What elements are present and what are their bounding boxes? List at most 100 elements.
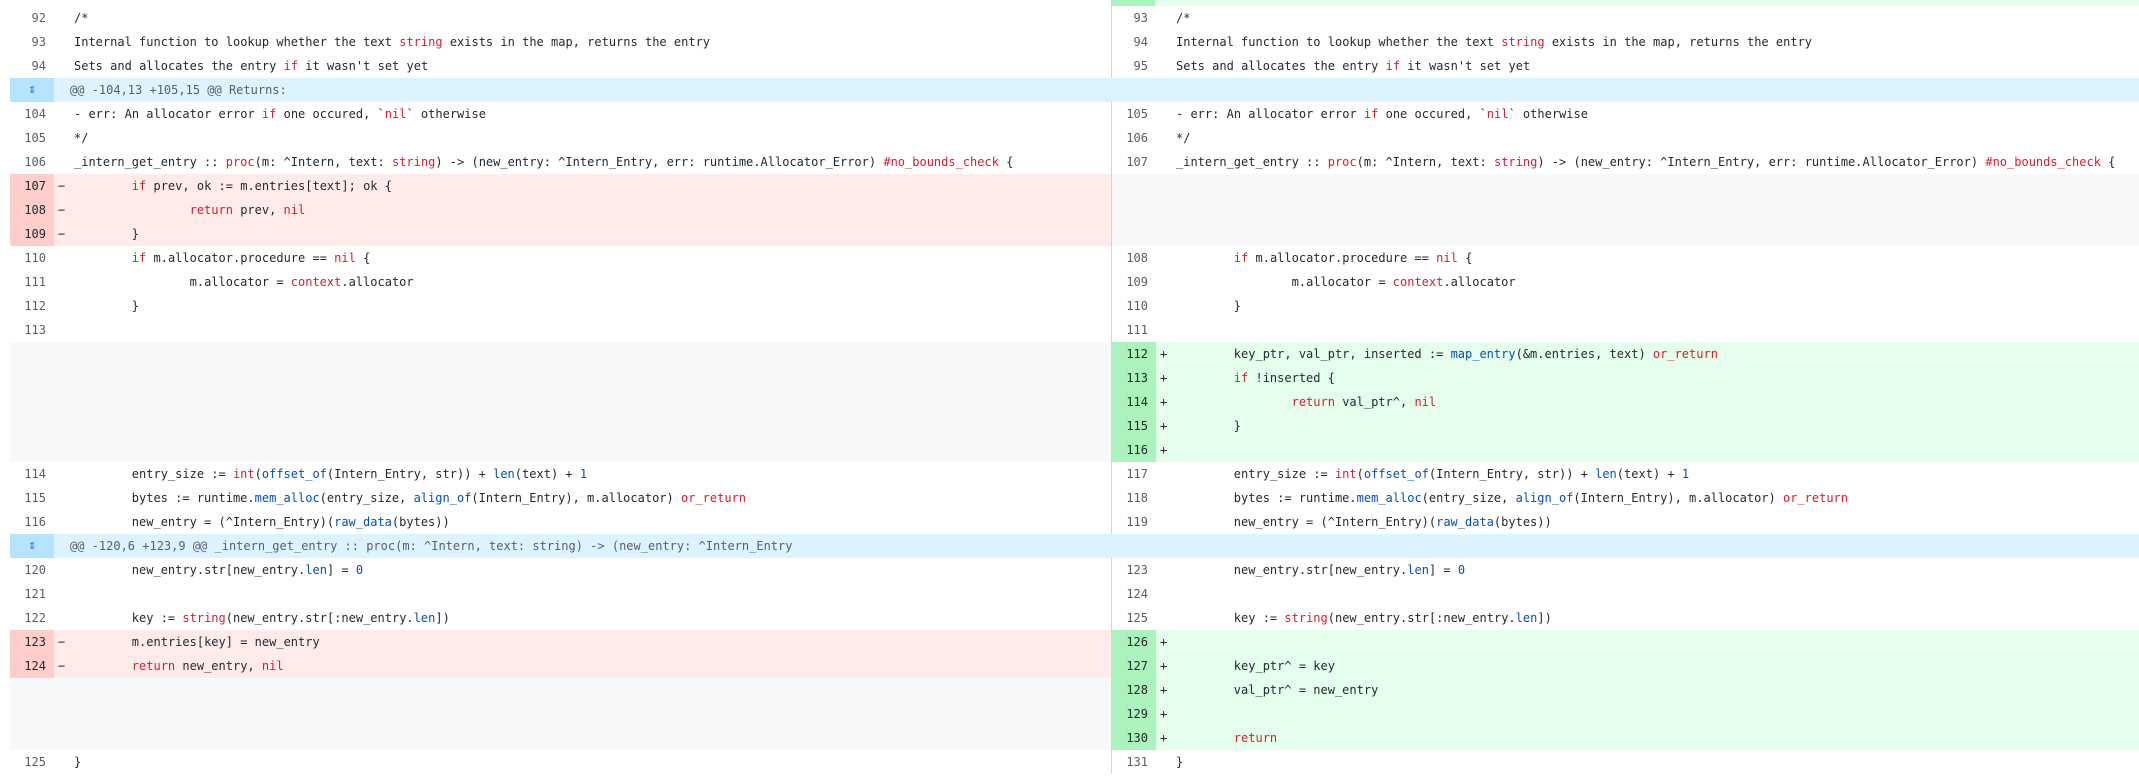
line-number[interactable]: 123 <box>1112 558 1156 582</box>
line-number[interactable] <box>10 678 54 702</box>
line-number[interactable]: 129 <box>1112 702 1156 726</box>
line-number[interactable]: 111 <box>10 270 54 294</box>
diff-marker <box>1156 126 1174 150</box>
code-line: if m.allocator.procedure == nil { <box>131 251 371 265</box>
line-number[interactable]: 107 <box>1112 150 1156 174</box>
line-number[interactable]: 123 <box>10 630 54 654</box>
right-pane-line <box>1111 222 2139 246</box>
split-diff-view: 92 /* 93 /* 93 Internal function to lookup wh… <box>10 6 2139 774</box>
line-number[interactable]: 94 <box>1112 30 1156 54</box>
code-line: bytes := runtime.mem_alloc(entry_size, a… <box>131 491 747 505</box>
right-pane-line: 112 + key_ptr, val_ptr, inserted := map_e… <box>1111 342 2139 366</box>
line-number[interactable]: 95 <box>1112 54 1156 78</box>
line-number[interactable]: 126 <box>1112 630 1156 654</box>
right-pane-line: 124 <box>1111 582 2139 606</box>
line-number[interactable]: 106 <box>10 150 54 174</box>
diff-row: 112 + key_ptr, val_ptr, inserted := map_e… <box>10 342 2139 366</box>
line-number[interactable]: 130 <box>1112 726 1156 750</box>
diff-marker <box>1156 270 1174 294</box>
code-line: } <box>74 755 82 769</box>
line-number[interactable]: 115 <box>10 486 54 510</box>
line-number[interactable]: 125 <box>1112 606 1156 630</box>
diff-marker <box>54 246 72 270</box>
line-number[interactable]: 119 <box>1112 510 1156 534</box>
line-number[interactable] <box>10 702 54 726</box>
line-number[interactable]: 93 <box>1112 6 1156 30</box>
line-number[interactable] <box>1112 174 1156 198</box>
expand-lines-icon[interactable]: ⇕ <box>10 78 54 102</box>
line-number[interactable]: 104 <box>10 102 54 126</box>
line-number[interactable] <box>10 366 54 390</box>
line-number[interactable]: 116 <box>10 510 54 534</box>
line-number[interactable] <box>10 414 54 438</box>
line-number[interactable]: 109 <box>1112 270 1156 294</box>
line-number[interactable]: 112 <box>1112 342 1156 366</box>
line-number[interactable]: 116 <box>1112 438 1156 462</box>
line-number[interactable]: 127 <box>1112 654 1156 678</box>
left-pane-line: 123− m.entries[key] = new_entry <box>10 630 1111 654</box>
line-number[interactable]: 122 <box>10 606 54 630</box>
line-number[interactable]: 106 <box>1112 126 1156 150</box>
line-number[interactable]: 113 <box>1112 366 1156 390</box>
line-number[interactable] <box>10 726 54 750</box>
line-number[interactable]: 92 <box>10 6 54 30</box>
line-number[interactable]: 108 <box>10 198 54 222</box>
diff-marker <box>54 750 72 774</box>
line-number[interactable]: 112 <box>10 294 54 318</box>
right-pane-line: 116 + <box>1111 438 2139 462</box>
line-number[interactable]: 115 <box>1112 414 1156 438</box>
code-line: } <box>74 227 140 241</box>
right-pane-line <box>1111 198 2139 222</box>
diff-row: 111 m.allocator = context.allocator 109 m… <box>10 270 2139 294</box>
diff-marker <box>1156 102 1174 126</box>
line-number[interactable]: 125 <box>10 750 54 774</box>
line-number[interactable]: 114 <box>10 462 54 486</box>
line-number[interactable] <box>10 438 54 462</box>
line-number[interactable] <box>10 390 54 414</box>
code-line: return prev, nil <box>189 203 306 217</box>
right-pane-line: 114 + return val_ptr^, nil <box>1111 390 2139 414</box>
diff-marker <box>54 558 72 582</box>
diff-row: 115 + } <box>10 414 2139 438</box>
line-number[interactable]: 120 <box>10 558 54 582</box>
line-number[interactable]: 117 <box>1112 462 1156 486</box>
diff-marker <box>54 366 72 390</box>
line-number[interactable]: 124 <box>10 654 54 678</box>
diff-row: 114 + return val_ptr^, nil <box>10 390 2139 414</box>
diff-marker <box>54 702 72 726</box>
line-number[interactable]: 108 <box>1112 246 1156 270</box>
line-number[interactable]: 111 <box>1112 318 1156 342</box>
line-number[interactable]: 121 <box>10 582 54 606</box>
line-number[interactable]: 94 <box>10 54 54 78</box>
line-number[interactable]: 110 <box>10 246 54 270</box>
diff-marker <box>54 678 72 702</box>
line-number[interactable]: 114 <box>1112 390 1156 414</box>
right-pane-line: 130 + return <box>1111 726 2139 750</box>
line-number[interactable] <box>1112 222 1156 246</box>
line-number[interactable]: 110 <box>1112 294 1156 318</box>
line-number[interactable]: 128 <box>1112 678 1156 702</box>
line-number[interactable]: 131 <box>1112 750 1156 774</box>
right-pane-line: 111 <box>1111 318 2139 342</box>
line-number[interactable]: 105 <box>1112 102 1156 126</box>
line-number[interactable]: 113 <box>10 318 54 342</box>
line-number[interactable]: 109 <box>10 222 54 246</box>
line-number[interactable]: 124 <box>1112 582 1156 606</box>
diff-marker <box>54 486 72 510</box>
line-number[interactable]: 107 <box>10 174 54 198</box>
line-number[interactable] <box>1112 198 1156 222</box>
line-number[interactable]: 118 <box>1112 486 1156 510</box>
diff-row: 121 124 <box>10 582 2139 606</box>
line-number[interactable]: 105 <box>10 126 54 150</box>
hunk-header: ⇕ @@ -120,6 +123,9 @@ _intern_get_entry :… <box>10 534 2139 558</box>
expand-lines-icon[interactable]: ⇕ <box>10 534 54 558</box>
code-line: Internal function to lookup whether the … <box>74 35 711 49</box>
line-number[interactable] <box>10 342 54 366</box>
diff-row: 113 111 <box>10 318 2139 342</box>
line-number[interactable]: 93 <box>10 30 54 54</box>
